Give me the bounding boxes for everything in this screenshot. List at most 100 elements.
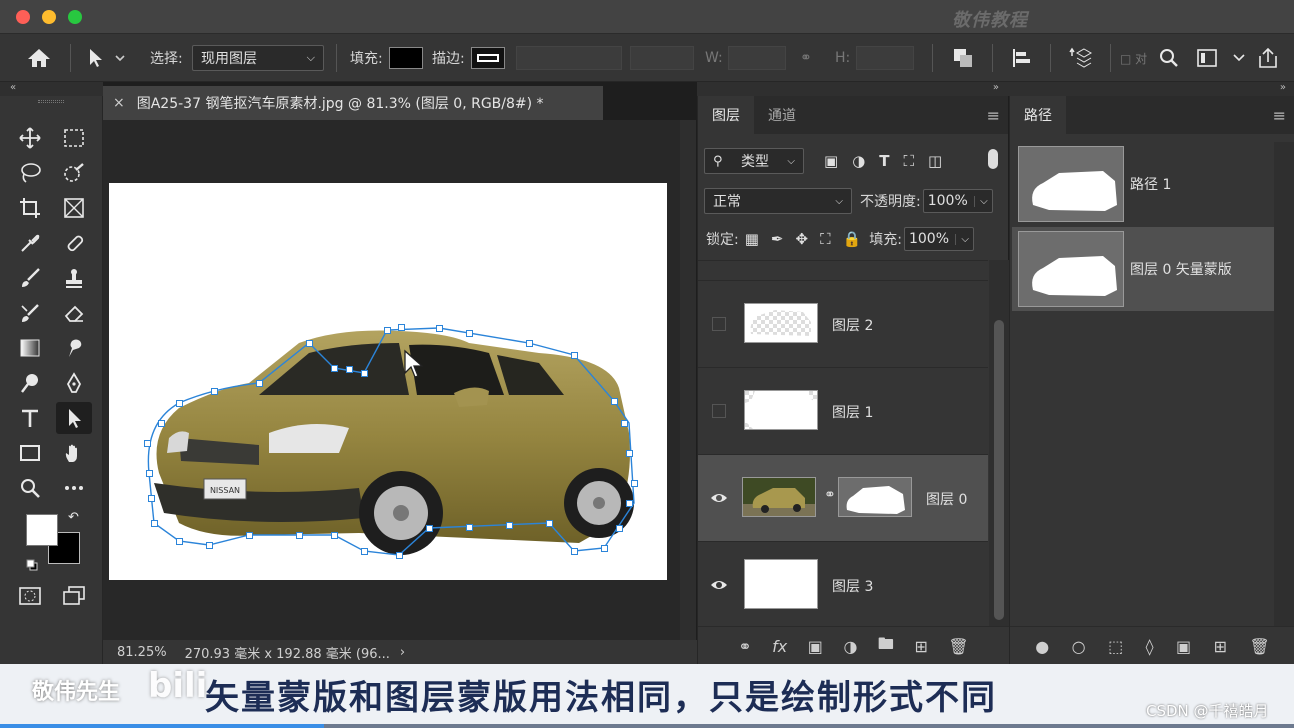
marquee-tool-icon[interactable]: [56, 122, 92, 154]
path-arrangement-icon[interactable]: [1068, 34, 1094, 82]
path-item-1[interactable]: 路径 1: [1012, 142, 1274, 226]
select-dropdown[interactable]: 现用图层 ⌵: [192, 45, 324, 71]
document-tab[interactable]: × 图A25-37 钢笔抠汽车原素材.jpg @ 81.3% (图层 0, RG…: [103, 86, 603, 120]
path-anchor-point[interactable]: [626, 500, 633, 507]
eye-icon[interactable]: [710, 576, 728, 594]
opacity-chevron-icon[interactable]: ⌵: [974, 195, 988, 207]
paths-scrollbar[interactable]: [1274, 142, 1294, 626]
toolbar-grip[interactable]: [38, 100, 64, 103]
zoom-tool-icon[interactable]: [12, 472, 48, 504]
healing-brush-tool-icon[interactable]: [56, 227, 92, 259]
video-progress-bar[interactable]: [0, 724, 1294, 728]
eraser-tool-icon[interactable]: [56, 297, 92, 329]
lock-all-icon[interactable]: 🔒: [843, 230, 862, 248]
path-anchor-point[interactable]: [146, 470, 153, 477]
type-tool-icon[interactable]: [12, 402, 48, 434]
path-anchor-point[interactable]: [631, 480, 638, 487]
toolbar-collapse-strip[interactable]: «: [0, 82, 103, 96]
layer-row-0[interactable]: ⚭ 图层 0: [698, 454, 988, 541]
folder-icon[interactable]: 🖿: [878, 633, 894, 660]
width-field[interactable]: [728, 46, 786, 70]
zoom-level[interactable]: 81.25%: [117, 645, 167, 660]
path-anchor-point[interactable]: [211, 388, 218, 395]
blend-mode-dropdown[interactable]: 正常 ⌵: [704, 188, 852, 214]
adjustment-layer-icon[interactable]: ◑: [843, 637, 857, 656]
rectangle-tool-icon[interactable]: [12, 437, 48, 469]
document-vertical-scrollbar[interactable]: [680, 120, 696, 640]
layer-filter-dropdown[interactable]: ⚲ 类型 ⌵: [704, 148, 804, 174]
filter-smart-object-icon[interactable]: ◫: [928, 152, 942, 170]
new-path-icon[interactable]: ⊞: [1214, 637, 1227, 656]
link-layers-icon[interactable]: ⚭: [738, 637, 751, 656]
paths-collapse-strip[interactable]: »: [1009, 82, 1294, 96]
path-anchor-point[interactable]: [306, 340, 313, 347]
height-field[interactable]: [856, 46, 914, 70]
link-icon[interactable]: ⚭: [800, 34, 812, 82]
path-anchor-point[interactable]: [611, 398, 618, 405]
mask-link-icon[interactable]: ⚭: [824, 487, 836, 503]
layer-row-2[interactable]: 图层 2: [698, 280, 988, 367]
fill-swatch[interactable]: [389, 47, 423, 69]
path-anchor-point[interactable]: [331, 365, 338, 372]
layer-row-1[interactable]: 图层 1: [698, 367, 988, 454]
path-anchor-point[interactable]: [144, 440, 151, 447]
eye-icon[interactable]: [710, 489, 728, 507]
path-selection-tool-icon[interactable]: [56, 402, 92, 434]
path-anchor-point[interactable]: [384, 327, 391, 334]
lock-position-icon[interactable]: ✥: [795, 230, 808, 248]
visibility-toggle[interactable]: [712, 317, 726, 331]
dodge-tool-icon[interactable]: [12, 367, 48, 399]
lock-transparent-icon[interactable]: ▦: [745, 230, 759, 248]
path-anchor-point[interactable]: [176, 400, 183, 407]
trash-icon[interactable]: 🗑: [1249, 637, 1269, 656]
tab-channels[interactable]: 通道: [754, 96, 810, 134]
panel-menu-icon[interactable]: ≡: [987, 96, 1000, 134]
path-operations-icon[interactable]: [952, 34, 974, 82]
path-anchor-point[interactable]: [571, 548, 578, 555]
stroke-swatch[interactable]: [471, 47, 505, 69]
history-brush-tool-icon[interactable]: [12, 297, 48, 329]
path-item-vector-mask[interactable]: 图层 0 矢量蒙版: [1012, 227, 1274, 311]
close-window-button[interactable]: [16, 10, 30, 24]
make-work-path-icon[interactable]: ◊: [1146, 637, 1154, 656]
screen-mode-icon[interactable]: [56, 580, 92, 612]
layers-scrollbar[interactable]: [989, 260, 1009, 626]
path-alignment-icon[interactable]: [1010, 34, 1032, 82]
path-anchor-point[interactable]: [546, 520, 553, 527]
minimize-window-button[interactable]: [42, 10, 56, 24]
visibility-toggle[interactable]: [712, 404, 726, 418]
gradient-tool-icon[interactable]: [12, 332, 48, 364]
direct-selection-tool-icon[interactable]: [86, 34, 126, 82]
vector-mask-thumbnail[interactable]: [838, 477, 912, 517]
layers-collapse-strip[interactable]: »: [697, 82, 1009, 96]
eyedropper-tool-icon[interactable]: [12, 227, 48, 259]
layers-scrollbar-thumb[interactable]: [994, 320, 1004, 620]
path-anchor-point[interactable]: [466, 524, 473, 531]
workspace-chevron-icon[interactable]: [1232, 34, 1246, 82]
status-menu-chevron-icon[interactable]: ›: [400, 645, 405, 660]
path-anchor-point[interactable]: [176, 538, 183, 545]
collapse-left-icon[interactable]: «: [10, 82, 16, 93]
frame-tool-icon[interactable]: [56, 192, 92, 224]
path-anchor-point[interactable]: [616, 525, 623, 532]
share-icon[interactable]: [1256, 34, 1280, 82]
path-anchor-point[interactable]: [206, 542, 213, 549]
smudge-tool-icon[interactable]: [56, 332, 92, 364]
path-anchor-point[interactable]: [526, 340, 533, 347]
fill-path-icon[interactable]: ●: [1035, 637, 1049, 656]
path-anchor-point[interactable]: [466, 330, 473, 337]
load-selection-icon[interactable]: ⬚: [1108, 637, 1123, 656]
path-anchor-point[interactable]: [621, 420, 628, 427]
paths-menu-icon[interactable]: ≡: [1273, 96, 1286, 134]
path-anchor-point[interactable]: [398, 324, 405, 331]
fill-field[interactable]: 100% ⌵: [903, 227, 974, 251]
filter-toggle[interactable]: [988, 149, 998, 169]
image-canvas[interactable]: NISSAN: [109, 183, 667, 580]
fx-icon[interactable]: fx: [772, 637, 787, 656]
collapse-right-icon[interactable]: »: [993, 82, 999, 93]
workspace-icon[interactable]: [1196, 34, 1220, 82]
add-mask-icon[interactable]: ▣: [1176, 637, 1191, 656]
new-layer-icon[interactable]: ⊞: [914, 637, 927, 656]
path-anchor-point[interactable]: [361, 548, 368, 555]
hand-tool-icon[interactable]: [56, 437, 92, 469]
